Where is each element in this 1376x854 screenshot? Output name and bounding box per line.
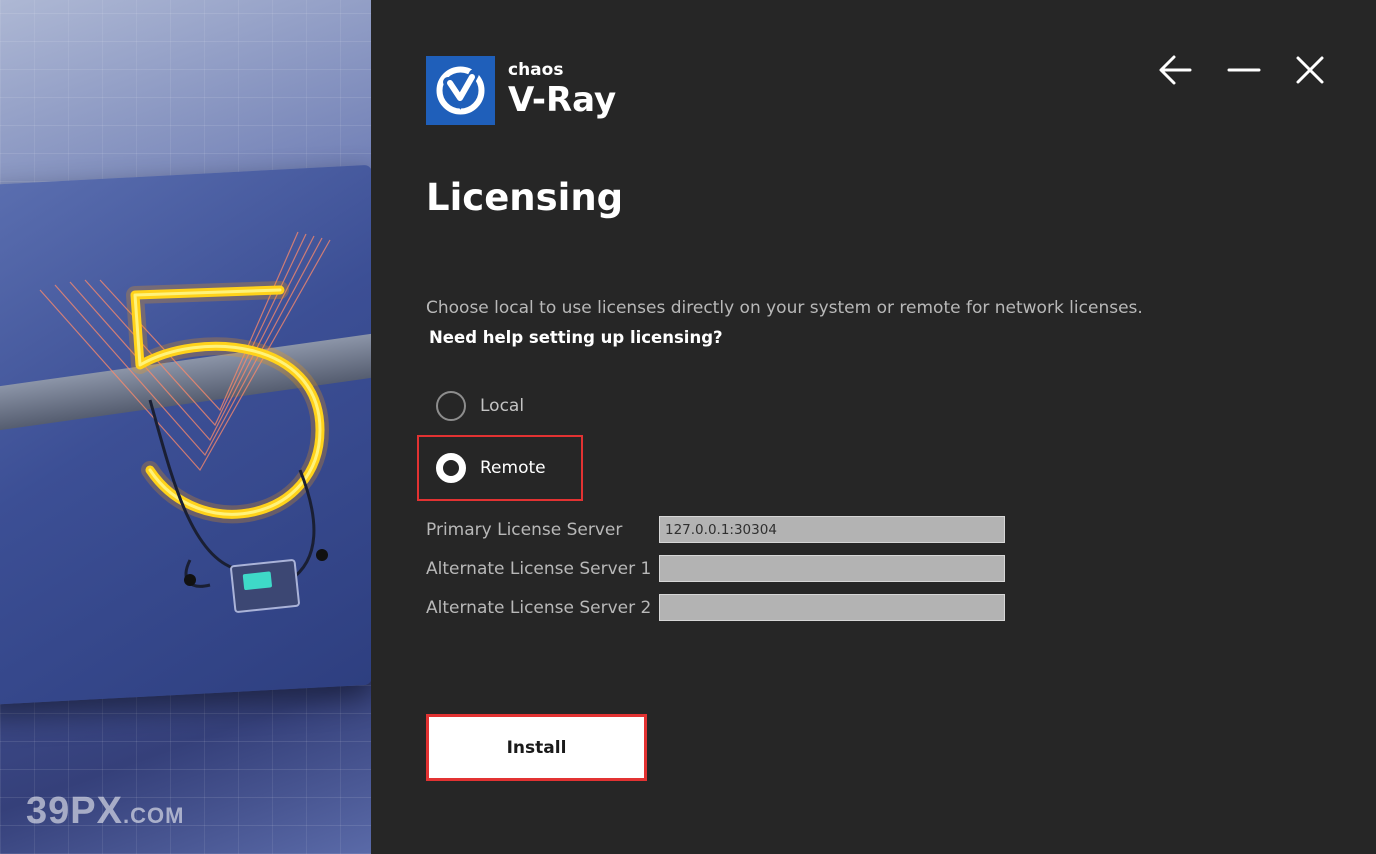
- watermark: 39PX.COM: [26, 790, 184, 833]
- alternate-server-1-label: Alternate License Server 1: [426, 558, 652, 579]
- artwork-device: [229, 558, 301, 614]
- alternate-server-2-label: Alternate License Server 2: [426, 597, 652, 618]
- page-description: Choose local to use licenses directly on…: [426, 298, 1143, 318]
- alternate-server-1-input[interactable]: [659, 555, 1005, 582]
- close-button[interactable]: [1288, 50, 1332, 90]
- primary-server-label: Primary License Server: [426, 519, 623, 540]
- minimize-button[interactable]: [1222, 50, 1266, 90]
- help-link[interactable]: Need help setting up licensing?: [429, 328, 723, 347]
- licensing-panel: chaos V-Ray Licensing Choose local to us…: [371, 0, 1376, 854]
- minimize-icon: [1227, 68, 1261, 72]
- vray-logo-icon: [426, 56, 495, 125]
- neon-five-graphic: [39, 231, 331, 588]
- radio-remote-label: Remote: [480, 458, 546, 478]
- connector: [316, 549, 328, 561]
- alternate-server-2-input[interactable]: [659, 594, 1005, 621]
- watermark-suffix: .COM: [122, 803, 185, 828]
- primary-server-row: Primary License Server: [426, 516, 1005, 543]
- radio-remote[interactable]: Remote: [436, 453, 546, 483]
- primary-server-input[interactable]: [659, 516, 1005, 543]
- back-button[interactable]: [1156, 50, 1200, 90]
- arrow-left-icon: [1159, 55, 1192, 85]
- radio-remote-indicator[interactable]: [436, 453, 466, 483]
- alternate-server-1-row: Alternate License Server 1: [426, 555, 1005, 582]
- radio-local-label: Local: [480, 396, 525, 416]
- radio-local[interactable]: Local: [436, 391, 524, 421]
- radio-local-indicator[interactable]: [436, 391, 466, 421]
- close-icon: [1296, 56, 1324, 84]
- connector: [184, 574, 196, 586]
- device-screen: [242, 571, 273, 591]
- alternate-server-2-row: Alternate License Server 2: [426, 594, 1005, 621]
- page-title: Licensing: [426, 176, 624, 219]
- watermark-main: 39PX: [26, 790, 123, 832]
- brand-company: chaos: [508, 60, 564, 80]
- install-button[interactable]: Install: [426, 714, 647, 781]
- brand-product: V-Ray: [508, 80, 617, 120]
- installer-artwork: 39PX.COM: [0, 0, 371, 854]
